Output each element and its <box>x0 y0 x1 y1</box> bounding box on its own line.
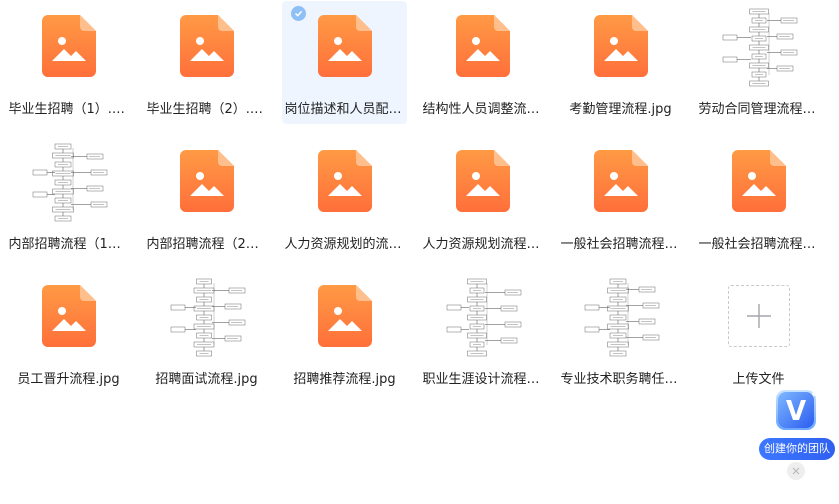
file-name: 专业技术职务聘任流程.jpg <box>560 372 681 387</box>
file-name: 内部招聘流程（1）.jpg <box>8 237 129 252</box>
file-item[interactable]: 考勤管理流程.jpg <box>558 1 683 124</box>
close-icon <box>792 467 800 475</box>
file-item[interactable]: 职业生涯设计流程.jpg <box>420 271 545 394</box>
file-thumbnail <box>711 139 807 223</box>
file-item[interactable]: 岗位描述和人员配置.jpg <box>282 1 407 124</box>
file-name: 毕业生招聘（2）.jpg <box>146 102 267 117</box>
file-thumbnail <box>21 139 117 223</box>
upload-thumbnail <box>711 274 807 358</box>
image-file-icon <box>317 150 372 212</box>
flowchart-thumbnail <box>166 275 247 357</box>
image-file-icon <box>593 15 648 77</box>
selected-check-icon[interactable] <box>291 6 306 21</box>
file-item[interactable]: 招聘推荐流程.jpg <box>282 271 407 394</box>
image-file-icon <box>179 150 234 212</box>
file-grid: 毕业生招聘（1）.jpg 毕业生招聘（2）.jpg 岗位描述和人员配置.jpg … <box>0 0 828 405</box>
v-logo-icon <box>776 390 816 430</box>
file-name: 人力资源规划流程.jpg <box>422 237 543 252</box>
file-name: 毕业生招聘（1）.jpg <box>8 102 129 117</box>
file-name: 职业生涯设计流程.jpg <box>422 372 543 387</box>
flowchart-thumbnail <box>442 275 523 357</box>
file-item[interactable]: 一般社会招聘流程.jpg <box>558 136 683 259</box>
create-team-label: 创建你的团队 <box>759 438 835 460</box>
file-item[interactable]: 人力资源规划流程.jpg <box>420 136 545 259</box>
file-thumbnail <box>21 274 117 358</box>
file-browser: 毕业生招聘（1）.jpg 毕业生招聘（2）.jpg 岗位描述和人员配置.jpg … <box>0 0 839 504</box>
image-file-icon <box>455 150 510 212</box>
file-name: 劳动合同管理流程.jpg <box>698 102 819 117</box>
file-item[interactable]: 人力资源规划的流程.jpg <box>282 136 407 259</box>
file-thumbnail <box>159 4 255 88</box>
file-thumbnail <box>711 4 807 88</box>
file-name: 一般社会招聘流程2.jpg <box>698 237 819 252</box>
file-thumbnail <box>21 4 117 88</box>
file-item[interactable]: 一般社会招聘流程2.jpg <box>696 136 821 259</box>
file-name: 结构性人员调整流程.jpg <box>422 102 543 117</box>
file-name: 招聘推荐流程.jpg <box>293 372 396 387</box>
file-item[interactable]: 内部招聘流程（1）.jpg <box>6 136 131 259</box>
file-thumbnail <box>435 4 531 88</box>
file-item[interactable]: 劳动合同管理流程.jpg <box>696 1 821 124</box>
flowchart-thumbnail <box>718 5 799 87</box>
upload-file-button[interactable]: 上传文件 <box>696 271 821 394</box>
file-item[interactable]: 结构性人员调整流程.jpg <box>420 1 545 124</box>
file-name: 招聘面试流程.jpg <box>155 372 258 387</box>
image-file-icon <box>317 285 372 347</box>
file-name: 一般社会招聘流程.jpg <box>560 237 681 252</box>
file-item[interactable]: 招聘面试流程.jpg <box>144 271 269 394</box>
file-thumbnail <box>297 139 393 223</box>
flowchart-thumbnail <box>580 275 661 357</box>
file-item[interactable]: 专业技术职务聘任流程.jpg <box>558 271 683 394</box>
file-name: 人力资源规划的流程.jpg <box>284 237 405 252</box>
image-file-icon <box>317 15 372 77</box>
file-thumbnail <box>297 4 393 88</box>
image-file-icon <box>41 15 96 77</box>
file-item[interactable]: 内部招聘流程（2）.jpg <box>144 136 269 259</box>
flowchart-thumbnail <box>28 140 109 222</box>
file-name: 内部招聘流程（2）.jpg <box>146 237 267 252</box>
create-team-badge[interactable]: 创建你的团队 <box>757 386 837 480</box>
file-thumbnail <box>159 274 255 358</box>
image-file-icon <box>731 150 786 212</box>
image-file-icon <box>455 15 510 77</box>
file-item[interactable]: 毕业生招聘（1）.jpg <box>6 1 131 124</box>
file-item[interactable]: 毕业生招聘（2）.jpg <box>144 1 269 124</box>
image-file-icon <box>593 150 648 212</box>
file-item[interactable]: 员工晋升流程.jpg <box>6 271 131 394</box>
file-thumbnail <box>573 139 669 223</box>
file-name: 岗位描述和人员配置.jpg <box>284 102 405 117</box>
file-thumbnail <box>573 274 669 358</box>
image-file-icon <box>179 15 234 77</box>
file-name: 考勤管理流程.jpg <box>569 102 672 117</box>
file-thumbnail <box>435 274 531 358</box>
file-thumbnail <box>297 274 393 358</box>
file-thumbnail <box>573 4 669 88</box>
image-file-icon <box>41 285 96 347</box>
plus-icon <box>746 304 771 328</box>
close-badge-button[interactable] <box>787 462 805 480</box>
upload-dropzone[interactable] <box>727 285 790 347</box>
file-thumbnail <box>435 139 531 223</box>
file-name: 员工晋升流程.jpg <box>17 372 120 387</box>
file-thumbnail <box>159 139 255 223</box>
upload-label: 上传文件 <box>732 372 785 387</box>
